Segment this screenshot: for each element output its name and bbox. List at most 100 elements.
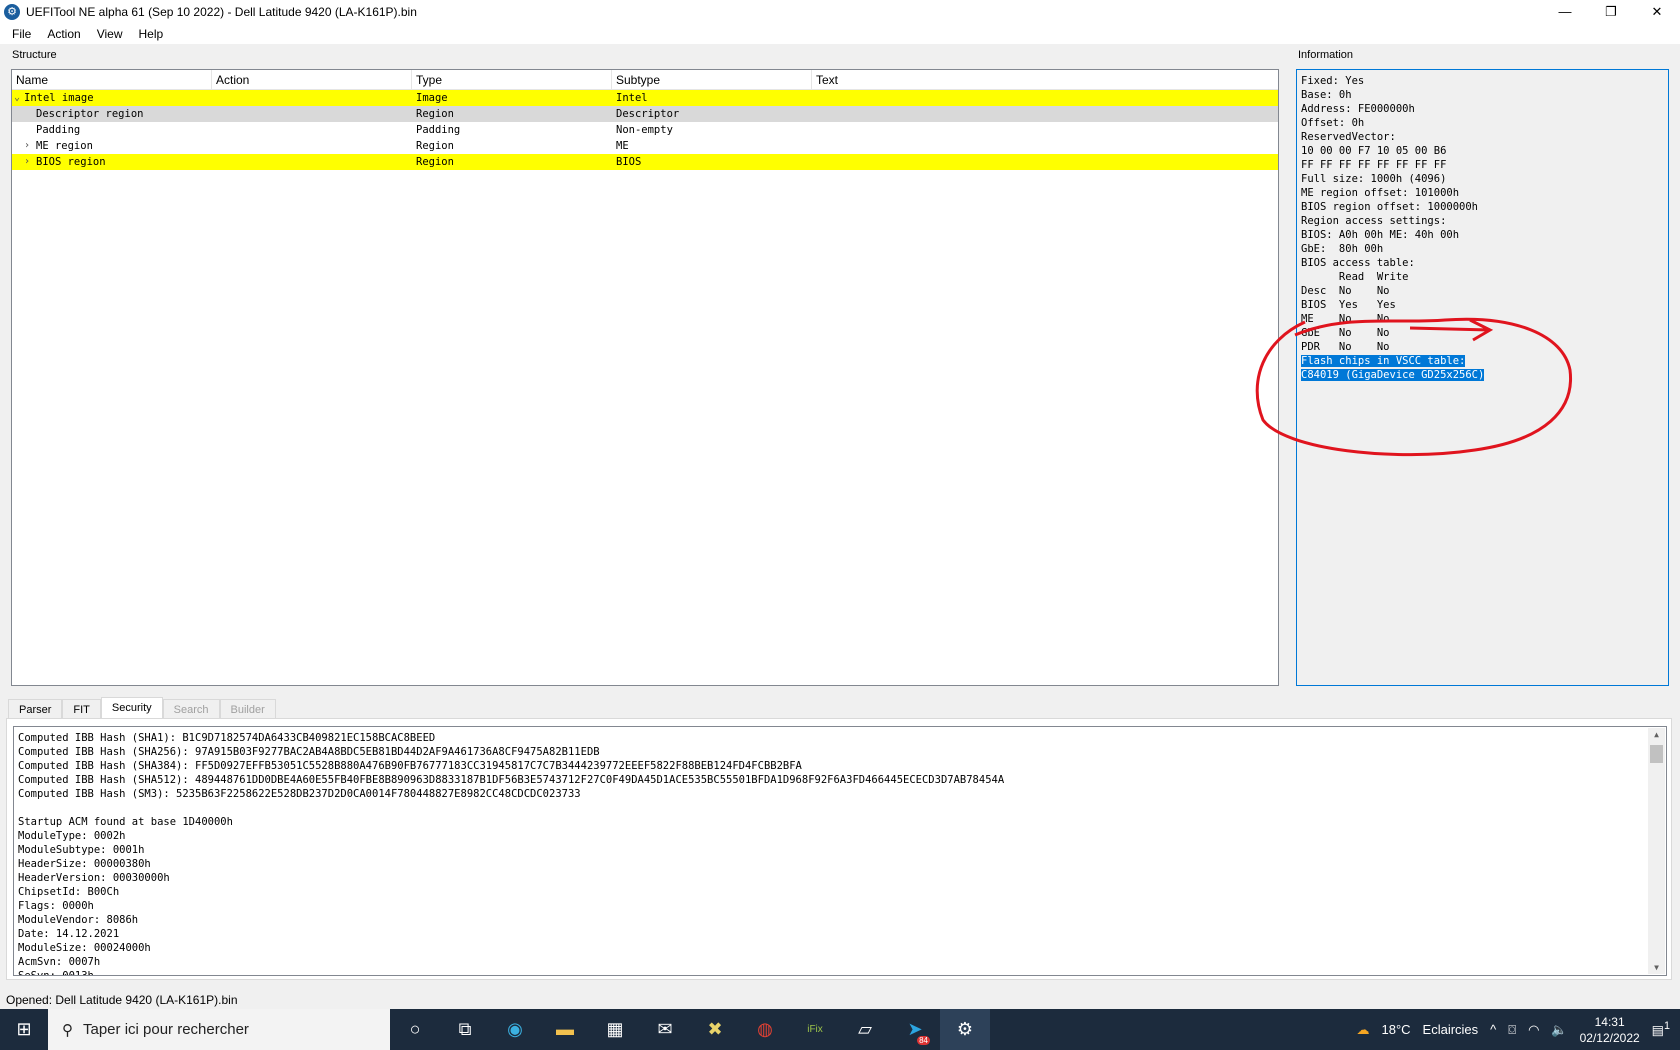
file-explorer-icon[interactable]: ▬ [540, 1009, 590, 1050]
clock-date: 02/12/2022 [1579, 1030, 1640, 1045]
app-x-icon[interactable]: ✖ [690, 1009, 740, 1050]
tree-item-label: Padding [36, 124, 81, 136]
cell-action [212, 122, 412, 138]
information-label: Information [1298, 49, 1354, 61]
clock[interactable]: 14:31 02/12/2022 [1580, 1014, 1640, 1046]
cell-subtype: ME [616, 140, 629, 152]
mail-icon[interactable]: ✉ [640, 1009, 690, 1050]
cell-type: Region [416, 108, 454, 120]
status-bar: Opened: Dell Latitude 9420 (LA-K161P).bi… [6, 993, 238, 1007]
cell-text [812, 106, 1012, 122]
clock-time: 14:31 [1594, 1014, 1625, 1029]
menu-bar: File Action View Help [0, 24, 1680, 44]
system-tray: ☁ 18°C Eclaircies ^ ⌼ ◠ 🔈 14:31 02/12/202… [1356, 1009, 1680, 1050]
cell-type: Image [416, 92, 448, 104]
cell-action [212, 138, 412, 154]
volume-icon[interactable]: 🔈 [1551, 1022, 1567, 1038]
camera-icon[interactable]: ⌼ [1508, 1022, 1516, 1038]
tab-search[interactable]: Search [162, 699, 220, 719]
telegram-badge: 84 [917, 1036, 930, 1045]
wifi-icon[interactable]: ◠ [1528, 1022, 1539, 1038]
tree-item-label: Descriptor region [36, 108, 144, 120]
tree-header: Name Action Type Subtype Text [12, 70, 1278, 90]
cell-text [812, 90, 1012, 106]
notification-count: 1 [1663, 1020, 1670, 1033]
weather-desc[interactable]: Eclaircies [1423, 1022, 1479, 1037]
cortana-icon[interactable]: ○ [390, 1009, 440, 1050]
column-action[interactable]: Action [212, 70, 412, 89]
column-name[interactable]: Name [12, 70, 212, 89]
windows-start-icon[interactable]: ⊞ [0, 1009, 48, 1050]
minimize-button[interactable]: — [1542, 0, 1588, 24]
structure-tree[interactable]: Name Action Type Subtype Text ⌄ Intel ima… [11, 69, 1279, 686]
tab-fit[interactable]: FIT [62, 699, 101, 719]
tree-row[interactable]: Padding Padding Non-empty [12, 122, 1278, 138]
column-type[interactable]: Type [412, 70, 612, 89]
search-placeholder: Taper ici pour rechercher [83, 1021, 249, 1038]
tab-parser[interactable]: Parser [8, 699, 63, 719]
chevron-up-icon[interactable]: ^ [1490, 1022, 1496, 1037]
security-output[interactable]: Computed IBB Hash (SHA1): B1C9D7182574DA… [13, 726, 1667, 976]
window-title: UEFITool NE alpha 61 (Sep 10 2022) - Del… [26, 5, 417, 19]
ifixprog-icon[interactable]: iFix [790, 1009, 840, 1050]
uefitool-taskbar-icon[interactable]: ⚙ [940, 1009, 990, 1050]
tree-item-label: ME region [36, 140, 93, 152]
maximize-button[interactable]: ❐ [1588, 0, 1634, 24]
tree-row[interactable]: › ME region Region ME [12, 138, 1278, 154]
chrome-icon[interactable]: ◍ [740, 1009, 790, 1050]
cell-name: › ME region [12, 138, 212, 154]
tree-row[interactable]: Descriptor region Region Descriptor [12, 106, 1278, 122]
chevron-right-icon[interactable]: › [24, 154, 30, 170]
taskbar: ⊞ ⚲ Taper ici pour rechercher ○ ⧉ ◉ ▬ ▦ … [0, 1009, 1680, 1050]
tree-item-label: BIOS region [36, 156, 106, 168]
tree-row[interactable]: › BIOS region Region BIOS [12, 154, 1278, 170]
scroll-up-icon[interactable]: ▲ [1648, 730, 1665, 739]
cell-name: Descriptor region [12, 106, 212, 122]
tab-security[interactable]: Security [100, 697, 163, 719]
menu-view[interactable]: View [89, 27, 131, 41]
annotation-loop [1255, 317, 1573, 457]
cell-action [212, 154, 412, 170]
security-text: Computed IBB Hash (SHA1): B1C9D7182574DA… [18, 732, 1005, 976]
taskbar-search[interactable]: ⚲ Taper ici pour rechercher [48, 1009, 390, 1050]
menu-action[interactable]: Action [39, 27, 88, 41]
telegram-icon[interactable]: ➤ 84 [890, 1009, 940, 1050]
cell-name: Padding [12, 122, 212, 138]
search-icon: ⚲ [62, 1021, 73, 1039]
edge-icon[interactable]: ◉ [490, 1009, 540, 1050]
cell-name: ⌄ Intel image [12, 90, 212, 106]
menu-file[interactable]: File [4, 27, 39, 41]
notification-icon[interactable]: ▤1 [1652, 1020, 1670, 1038]
tree-item-label: Intel image [24, 92, 94, 104]
chevron-right-icon[interactable]: › [24, 138, 30, 154]
cell-action [212, 106, 412, 122]
cell-action [212, 90, 412, 106]
cell-type: Padding [416, 124, 461, 136]
chevron-down-icon[interactable]: ⌄ [14, 90, 20, 106]
tab-builder[interactable]: Builder [219, 699, 276, 719]
column-text[interactable]: Text [812, 70, 1012, 89]
scroll-down-icon[interactable]: ▼ [1648, 963, 1665, 972]
app-icon: ⚙ [4, 4, 20, 20]
vertical-scrollbar[interactable]: ▲ ▼ [1648, 728, 1665, 974]
cell-subtype: BIOS [616, 156, 642, 168]
scroll-thumb[interactable] [1650, 745, 1663, 763]
cell-subtype: Non-empty [616, 124, 673, 136]
menu-help[interactable]: Help [131, 27, 172, 41]
column-subtype[interactable]: Subtype [612, 70, 812, 89]
close-button[interactable]: ✕ [1634, 0, 1680, 24]
structure-label: Structure [12, 49, 57, 61]
bottom-tabs: Parser FIT Security Search Builder [8, 697, 276, 719]
task-view-icon[interactable]: ⧉ [440, 1009, 490, 1050]
annotation-arrow-icon [1409, 318, 1494, 342]
notes-icon[interactable]: ▱ [840, 1009, 890, 1050]
title-bar: ⚙ UEFITool NE alpha 61 (Sep 10 2022) - D… [0, 0, 1680, 24]
cell-type: Region [416, 156, 454, 168]
cell-text [812, 122, 1012, 138]
cell-text [812, 138, 1012, 154]
weather-temp[interactable]: 18°C [1381, 1022, 1410, 1037]
tree-row[interactable]: ⌄ Intel image Image Intel [12, 90, 1278, 106]
store-icon[interactable]: ▦ [590, 1009, 640, 1050]
cell-type: Region [416, 140, 454, 152]
weather-icon[interactable]: ☁ [1356, 1022, 1369, 1038]
